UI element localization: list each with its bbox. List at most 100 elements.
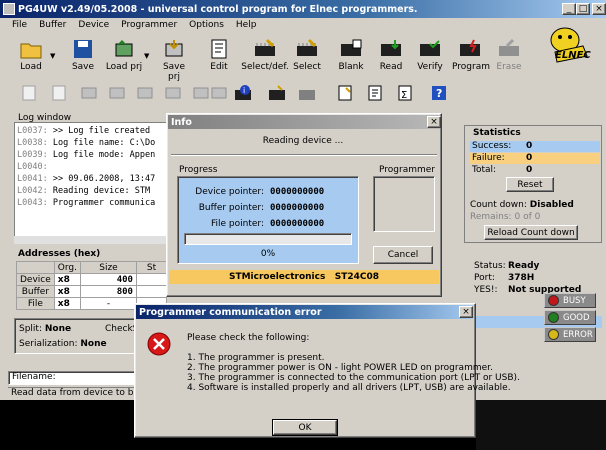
blank-button[interactable]: Blank bbox=[336, 38, 366, 78]
edit-icon bbox=[207, 38, 231, 60]
busy-indicator: BUSY bbox=[544, 293, 596, 308]
load-project-icon bbox=[112, 38, 136, 60]
save-project-button[interactable]: Save prj bbox=[156, 38, 192, 82]
remains-row: Remains: 0 of 0 bbox=[470, 212, 540, 222]
log-line-text: Reading device: STM bbox=[52, 186, 151, 196]
chip-stack-4-icon[interactable] bbox=[164, 84, 182, 102]
reload-countdown-button[interactable]: Reload Count down bbox=[484, 225, 578, 240]
log-line-text: Log file mode: Appen bbox=[52, 150, 156, 160]
load-project-button[interactable]: Load prj bbox=[104, 38, 144, 78]
countdown-row: Count down: Disabled bbox=[470, 200, 574, 210]
menu-file[interactable]: File bbox=[0, 20, 33, 34]
addresses-title: Addresses (hex) bbox=[18, 249, 101, 259]
menu-device[interactable]: Device bbox=[72, 20, 115, 34]
row-name: Device bbox=[16, 273, 55, 286]
log-line-number: L0041: bbox=[17, 174, 48, 184]
log-line-number: L0040: bbox=[17, 162, 48, 172]
log-line: L0041: >> 09.06.2008, 13:47 bbox=[17, 173, 155, 185]
menu-help[interactable]: Help bbox=[230, 20, 263, 34]
error-dialog-title: Programmer communication error bbox=[139, 306, 322, 318]
row-org: x8 bbox=[53, 297, 81, 310]
elnec-logo-text: ELNEC bbox=[555, 50, 591, 61]
chip-stack-5-icon[interactable] bbox=[192, 84, 210, 102]
error-close-button[interactable]: × bbox=[459, 306, 473, 318]
port-value: 378H bbox=[508, 273, 535, 283]
port-row: Port: 378H bbox=[474, 273, 534, 283]
load-project-dropdown-arrow[interactable]: ▼ bbox=[144, 52, 149, 60]
log-line-number: L0042: bbox=[17, 186, 48, 196]
failure-value: 0 bbox=[526, 153, 533, 163]
file-pointer-value: 0000000000 bbox=[270, 219, 325, 229]
chip-stack-3-icon[interactable] bbox=[136, 84, 154, 102]
svg-text:i: i bbox=[243, 86, 245, 95]
device-test-icon[interactable] bbox=[298, 84, 316, 102]
device-name-bar: STMicroelectronics ST24C08 bbox=[169, 270, 439, 284]
total-row: Total: 0 bbox=[470, 165, 600, 176]
save-button[interactable]: Save bbox=[68, 38, 98, 78]
program-icon bbox=[458, 38, 482, 60]
info-dialog: Info × Reading device ... Progress Devic… bbox=[166, 113, 596, 342]
error-item-3: 3. The programmer is connected to the co… bbox=[187, 373, 520, 383]
page-stack-icon[interactable] bbox=[50, 84, 68, 102]
remains-label: Remains: bbox=[470, 212, 512, 222]
status-info-row: Status: Ready bbox=[474, 261, 539, 271]
document-icon[interactable] bbox=[366, 84, 384, 102]
programmer-panel bbox=[373, 176, 435, 232]
log-scrollbar[interactable] bbox=[14, 236, 168, 244]
countdown-value: Disabled bbox=[529, 200, 574, 210]
error-icon bbox=[147, 332, 171, 356]
reset-button[interactable]: Reset bbox=[506, 177, 554, 192]
elnec-logo: ELNEC bbox=[543, 22, 601, 66]
help-icon[interactable]: ? bbox=[430, 84, 448, 102]
address-header-org: Org. bbox=[53, 261, 81, 274]
load-dropdown-arrow[interactable]: ▼ bbox=[50, 52, 55, 60]
device-options-icon[interactable] bbox=[268, 84, 286, 102]
chip-stack-1-icon[interactable] bbox=[80, 84, 98, 102]
erase-button[interactable]: Erase bbox=[494, 38, 524, 78]
row-size: - bbox=[79, 297, 137, 310]
menu-programmer[interactable]: Programmer bbox=[115, 20, 183, 34]
load-button[interactable]: Load bbox=[16, 38, 46, 78]
chip-copy-icon[interactable] bbox=[210, 84, 228, 102]
read-button[interactable]: Read bbox=[376, 38, 406, 78]
split-label: Split: bbox=[19, 324, 42, 334]
log-line: L0037: >> Log file created bbox=[17, 125, 155, 137]
edit-button[interactable]: Edit bbox=[204, 38, 234, 78]
new-page-icon[interactable] bbox=[20, 84, 38, 102]
log-line-text: >> Log file created bbox=[52, 126, 151, 136]
device-name: STMicroelectronics ST24C08 bbox=[228, 272, 380, 282]
device-info-icon[interactable]: i bbox=[234, 84, 252, 102]
serialization-value: None bbox=[80, 339, 107, 349]
split-value: None bbox=[44, 324, 72, 334]
log-line: L0038: Log file name: C:\Do bbox=[17, 137, 155, 149]
minimize-button[interactable]: _ bbox=[562, 3, 576, 15]
chip-stack-2-icon[interactable] bbox=[108, 84, 126, 102]
close-button[interactable]: × bbox=[592, 3, 606, 15]
menu-options[interactable]: Options bbox=[183, 20, 230, 34]
table-row: Device x8 400 bbox=[16, 273, 167, 286]
error-item-1: 1. The programmer is present. bbox=[187, 353, 325, 363]
notepad-icon[interactable] bbox=[336, 84, 354, 102]
row-name: Buffer bbox=[16, 285, 55, 298]
busy-led-icon bbox=[548, 295, 559, 306]
app-title: PG4UW v2.49/05.2008 - universal control … bbox=[18, 3, 418, 15]
program-button[interactable]: Program bbox=[452, 38, 490, 78]
maximize-button[interactable]: □ bbox=[576, 3, 590, 15]
total-label: Total: bbox=[472, 165, 497, 175]
checksum-icon[interactable]: Σ bbox=[396, 84, 414, 102]
good-indicator: GOOD bbox=[544, 310, 596, 325]
countdown-label: Count down: bbox=[470, 200, 527, 210]
select-default-button[interactable]: Select/def. bbox=[240, 38, 290, 78]
row-start bbox=[135, 285, 167, 298]
erase-icon bbox=[497, 38, 521, 60]
error-indicator: ERROR bbox=[544, 327, 596, 342]
info-close-button[interactable]: × bbox=[427, 116, 441, 128]
verify-button[interactable]: Verify bbox=[414, 38, 446, 78]
menu-buffer[interactable]: Buffer bbox=[33, 20, 72, 34]
log-lines: L0037: >> Log file created L0038: Log fil… bbox=[17, 125, 155, 209]
select-button[interactable]: Select bbox=[292, 38, 322, 78]
progress-title: Progress bbox=[179, 165, 218, 175]
failure-row: Failure: 0 bbox=[470, 153, 600, 164]
ok-button[interactable]: OK bbox=[272, 419, 338, 436]
cancel-button[interactable]: Cancel bbox=[373, 246, 433, 264]
